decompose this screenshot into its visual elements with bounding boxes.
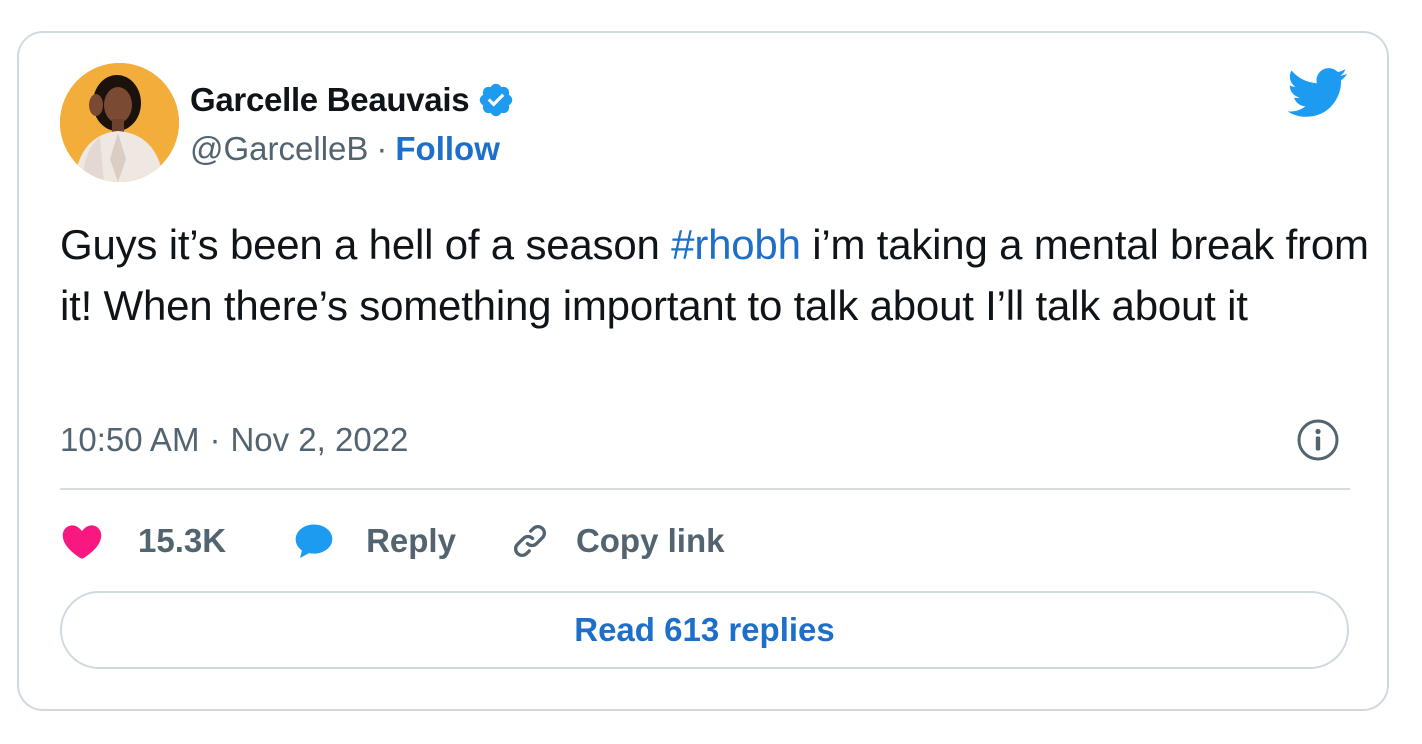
info-icon[interactable] <box>1296 418 1340 462</box>
avatar[interactable] <box>60 63 179 182</box>
read-replies-button[interactable]: Read 613 replies <box>60 591 1349 669</box>
divider <box>60 488 1350 490</box>
tweet-text-start: Guys it’s been a hell of a season <box>60 221 672 268</box>
like-button[interactable]: 15.3K <box>60 519 226 563</box>
copy-link-label: Copy link <box>575 522 725 559</box>
copy-link-button[interactable]: Copy link <box>508 519 725 563</box>
heart-icon <box>60 519 104 563</box>
separator-dot: · <box>209 421 221 458</box>
author-name[interactable]: Garcelle Beauvais <box>190 81 470 119</box>
action-bar: 15.3K Reply Copy link <box>60 517 724 565</box>
reply-label: Reply <box>366 522 456 559</box>
twitter-bird-icon[interactable] <box>1287 68 1348 118</box>
author-handle[interactable]: @GarcelleB <box>190 130 368 168</box>
tweet-text: Guys it’s been a hell of a season #rhobh… <box>60 214 1370 336</box>
reply-bubble-icon <box>292 519 336 563</box>
tweet-timestamp[interactable]: 10:50 AM · Nov 2, 2022 <box>60 418 408 462</box>
reply-button[interactable]: Reply <box>292 519 456 563</box>
like-count: 15.3K <box>138 522 227 559</box>
link-icon <box>508 519 552 563</box>
hashtag-link[interactable]: #rhobh <box>671 221 801 268</box>
tweet-date: Nov 2, 2022 <box>230 421 409 458</box>
tweet-time: 10:50 AM <box>60 421 200 458</box>
follow-link[interactable]: Follow <box>395 130 499 168</box>
read-replies-label: Read 613 replies <box>574 611 835 648</box>
author-name-row: Garcelle Beauvais <box>190 78 515 122</box>
author-handle-row: @GarcelleB · Follow <box>190 128 500 170</box>
verified-badge-icon <box>477 81 515 119</box>
separator-dot: · <box>376 130 388 167</box>
